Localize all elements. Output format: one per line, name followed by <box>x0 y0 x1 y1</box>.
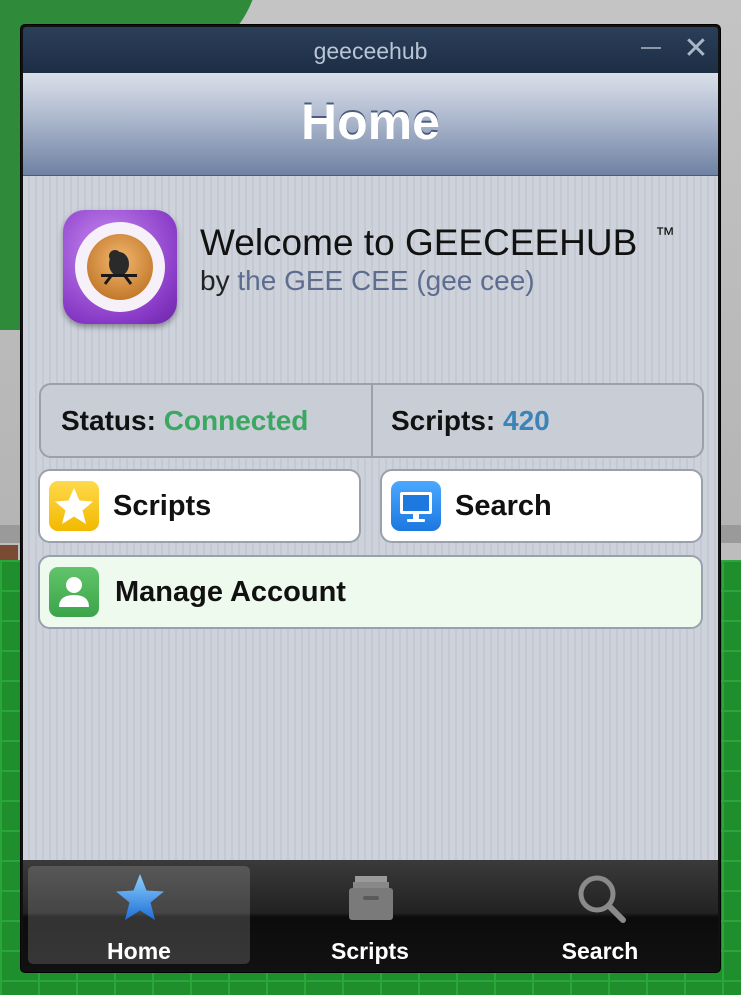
star-icon <box>116 874 164 920</box>
tab-bar: Home Scripts Search <box>23 860 718 970</box>
user-icon <box>49 567 99 617</box>
monitor-icon <box>391 481 441 531</box>
status-panel: Status: Connected Scripts: 420 <box>39 383 704 458</box>
status-value: Connected <box>163 405 309 436</box>
archive-icon <box>349 876 393 920</box>
scripts-button-label: Scripts <box>113 490 212 522</box>
byline-prefix: by <box>200 265 230 296</box>
scripts-button[interactable]: Scripts <box>38 469 361 543</box>
scripts-count-label: Scripts: <box>391 405 496 436</box>
status-divider <box>371 385 373 456</box>
search-button[interactable]: Search <box>380 469 703 543</box>
crow-icon <box>101 250 137 285</box>
connection-status: Status: Connected <box>61 385 308 456</box>
page-title: Home <box>301 94 440 150</box>
tab-home-label: Home <box>107 938 171 964</box>
home-content: Welcome to GEECEEHUB ™ by the GEE CEE (g… <box>23 176 718 860</box>
title-bar[interactable]: geeceehub ✕ <box>23 27 718 73</box>
tab-search[interactable]: Search <box>489 866 711 964</box>
tab-scripts[interactable]: Scripts <box>259 866 481 964</box>
manage-account-label: Manage Account <box>115 576 346 608</box>
welcome-heading: Welcome to GEECEEHUB <box>200 222 638 263</box>
magnifier-icon <box>578 875 626 923</box>
hub-window: geeceehub ✕ Home Welcome to GEECEEHUB ™ … <box>21 25 720 972</box>
star-icon <box>49 481 99 531</box>
navigation-bar: Home <box>23 73 718 176</box>
search-button-label: Search <box>455 490 552 522</box>
window-title: geeceehub <box>313 38 428 64</box>
scripts-count-value: 420 <box>503 405 550 436</box>
close-button[interactable]: ✕ <box>683 34 709 64</box>
app-logo-icon <box>63 210 177 324</box>
manage-account-button[interactable]: Manage Account <box>38 555 703 629</box>
status-label: Status: <box>61 405 156 436</box>
minimize-button[interactable] <box>641 47 661 49</box>
author-name: the GEE CEE (gee cee) <box>237 265 535 296</box>
scripts-count: Scripts: 420 <box>391 385 550 456</box>
tab-scripts-label: Scripts <box>331 938 409 964</box>
trademark-symbol: ™ <box>655 224 675 246</box>
byline: by the GEE CEE (gee cee) <box>200 265 535 297</box>
tab-home[interactable]: Home <box>28 866 250 964</box>
tab-search-label: Search <box>561 938 639 964</box>
